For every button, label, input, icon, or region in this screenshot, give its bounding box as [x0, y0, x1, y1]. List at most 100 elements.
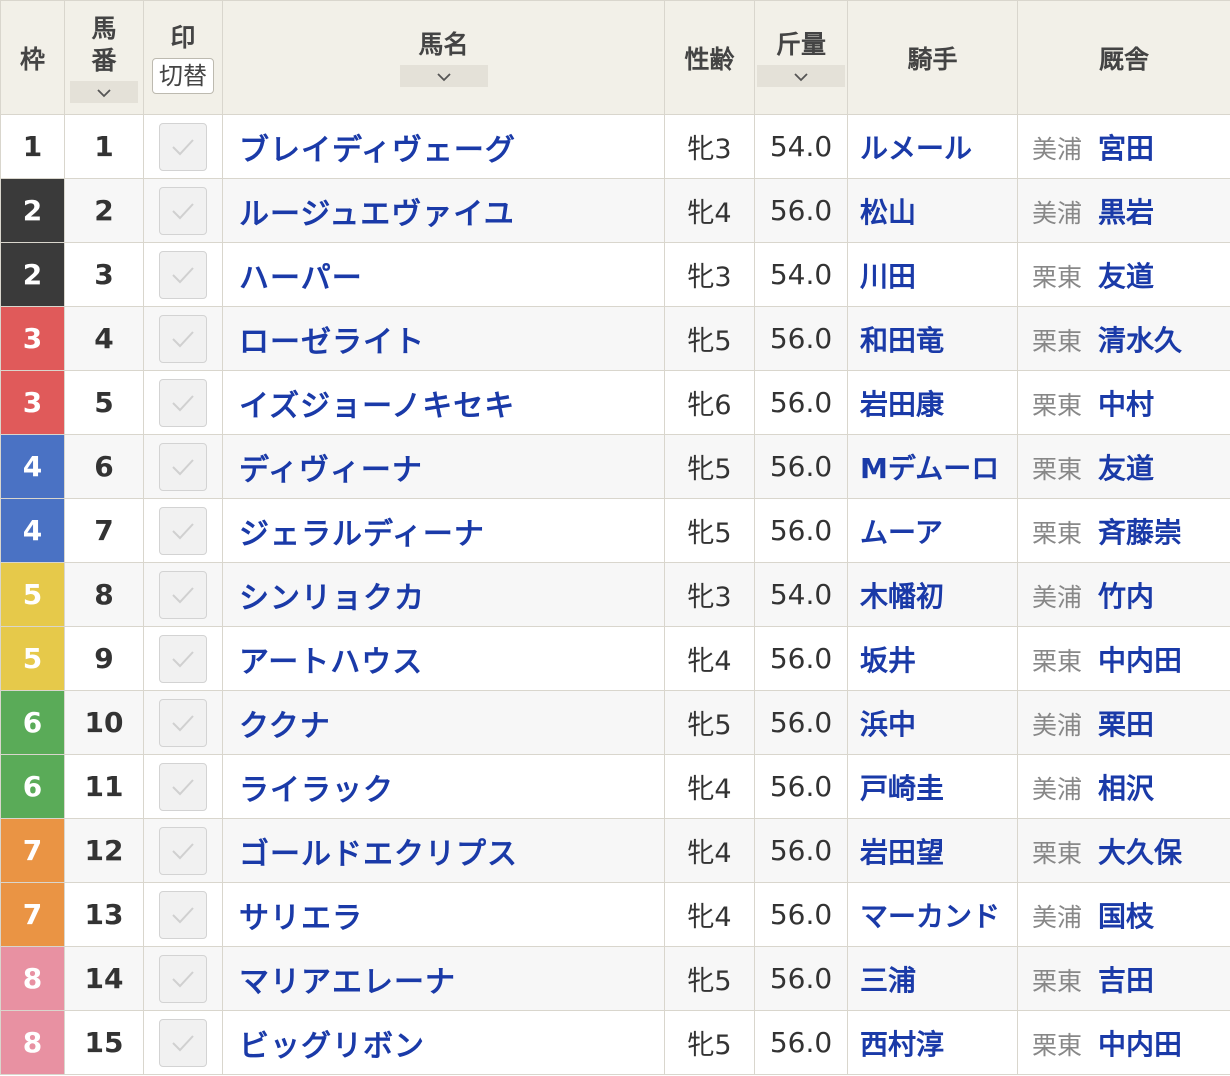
horse-name-link[interactable]: シンリョクカ [239, 581, 425, 616]
jockey-link[interactable]: 三浦 [860, 964, 916, 997]
table-row: 7 13 サリエラ 牝4 56.0 マーカンド 美浦 国枝 [0, 882, 1230, 947]
chevron-down-icon [436, 73, 451, 82]
jockey-cell: 岩田望 [847, 818, 1018, 883]
jockey-link[interactable]: 坂井 [860, 644, 916, 677]
mark-cell [143, 626, 223, 691]
jockey-cell: 浜中 [847, 690, 1018, 755]
sex-age-cell: 牝5 [664, 1010, 755, 1075]
mark-checkbox[interactable] [159, 314, 207, 363]
horse-name-link[interactable]: ブレイディヴェーグ [239, 133, 516, 168]
trainer-link[interactable]: 中内田 [1098, 1028, 1182, 1061]
jockey-link[interactable]: 岩田望 [860, 836, 944, 869]
weight-cell: 54.0 [754, 114, 848, 179]
mark-checkbox[interactable] [159, 378, 207, 427]
trainer-link[interactable]: 大久保 [1098, 836, 1182, 869]
mark-cell [143, 690, 223, 755]
mark-checkbox[interactable] [159, 634, 207, 683]
umaban-cell: 10 [64, 690, 144, 755]
jockey-link[interactable]: 岩田康 [860, 388, 944, 421]
weight-cell: 56.0 [754, 1010, 848, 1075]
jockey-link[interactable]: 松山 [860, 196, 916, 229]
jockey-link[interactable]: マーカンド [860, 900, 1000, 933]
jockey-link[interactable]: 浜中 [860, 708, 916, 741]
horse-name-link[interactable]: ゴールドエクリプス [239, 837, 518, 872]
waku-cell: 6 [0, 754, 65, 819]
mark-checkbox[interactable] [159, 570, 207, 619]
trainer-link[interactable]: 国枝 [1098, 900, 1154, 933]
trainer-link[interactable]: 栗田 [1098, 708, 1154, 741]
horse-name-link[interactable]: ジェラルディーナ [239, 517, 485, 552]
trainer-link[interactable]: 吉田 [1098, 964, 1154, 997]
table-row: 4 7 ジェラルディーナ 牝5 56.0 ムーア 栗東 斉藤崇 [0, 498, 1230, 563]
sort-weight-button[interactable] [757, 64, 845, 87]
jockey-link[interactable]: ムーア [860, 516, 943, 549]
umaban-cell: 4 [64, 306, 144, 371]
mark-checkbox[interactable] [159, 442, 207, 491]
waku-cell: 7 [0, 818, 65, 883]
mark-checkbox[interactable] [159, 186, 207, 235]
chevron-down-icon [794, 73, 808, 82]
jockey-link[interactable]: 木幡初 [860, 580, 944, 613]
table-row: 2 2 ルージュエヴァイユ 牝4 56.0 松山 美浦 黒岩 [0, 178, 1230, 243]
header-weight-label: 斤量 [775, 29, 826, 59]
mark-checkbox[interactable] [159, 826, 207, 875]
sort-umaban-button[interactable] [70, 80, 138, 103]
chevron-down-icon [97, 89, 111, 98]
trainer-link[interactable]: 中村 [1098, 388, 1154, 421]
trainer-link[interactable]: 友道 [1098, 260, 1154, 293]
horse-name-link[interactable]: イズジョーノキセキ [239, 389, 515, 424]
jockey-link[interactable]: 和田竜 [860, 324, 944, 357]
trainer-link[interactable]: 友道 [1098, 452, 1154, 485]
horse-name-cell: ハーパー [222, 242, 665, 307]
sex-age-cell: 牝3 [664, 114, 755, 179]
mark-checkbox[interactable] [159, 506, 207, 555]
umaban-cell: 1 [64, 114, 144, 179]
horse-name-cell: ディヴィーナ [222, 434, 665, 499]
mark-checkbox[interactable] [159, 762, 207, 811]
trainer-link[interactable]: 清水久 [1098, 324, 1182, 357]
mark-checkbox[interactable] [159, 122, 207, 171]
horse-name-link[interactable]: ライラック [239, 773, 394, 808]
mark-switch-button[interactable]: 切替 [152, 57, 214, 94]
horse-name-link[interactable]: ディヴィーナ [239, 453, 423, 488]
trainer-link[interactable]: 中内田 [1098, 644, 1182, 677]
mark-checkbox[interactable] [159, 954, 207, 1003]
jockey-cell: マーカンド [847, 882, 1018, 947]
sort-name-button[interactable] [399, 64, 488, 87]
umaban-cell: 15 [64, 1010, 144, 1075]
header-jockey-label: 騎手 [907, 44, 958, 74]
header-jockey: 騎手 [847, 0, 1018, 115]
stable-cell: 栗東 中内田 [1017, 1010, 1230, 1075]
jockey-cell: 坂井 [847, 626, 1018, 691]
horse-name-link[interactable]: サリエラ [239, 901, 363, 936]
check-icon [172, 842, 194, 859]
mark-cell [143, 178, 223, 243]
jockey-link[interactable]: ルメール [860, 132, 972, 165]
jockey-link[interactable]: 西村淳 [860, 1028, 944, 1061]
mark-checkbox[interactable] [159, 1018, 207, 1067]
table-row: 4 6 ディヴィーナ 牝5 56.0 Mデムーロ 栗東 友道 [0, 434, 1230, 499]
mark-checkbox[interactable] [159, 250, 207, 299]
stable-region: 美浦 [1032, 134, 1083, 164]
waku-cell: 2 [0, 242, 65, 307]
horse-name-link[interactable]: ビッグリボン [239, 1029, 425, 1064]
trainer-link[interactable]: 宮田 [1098, 132, 1154, 165]
horse-name-link[interactable]: ローゼライト [239, 325, 425, 360]
trainer-link[interactable]: 黒岩 [1098, 196, 1154, 229]
horse-name-link[interactable]: マリアエレーナ [239, 965, 456, 1000]
waku-cell: 3 [0, 306, 65, 371]
trainer-link[interactable]: 斉藤崇 [1098, 516, 1182, 549]
jockey-link[interactable]: Mデムーロ [860, 452, 999, 485]
mark-checkbox[interactable] [159, 698, 207, 747]
mark-checkbox[interactable] [159, 890, 207, 939]
horse-name-link[interactable]: ルージュエヴァイユ [239, 197, 515, 232]
jockey-link[interactable]: 戸崎圭 [860, 772, 944, 805]
jockey-link[interactable]: 川田 [860, 260, 916, 293]
horse-name-link[interactable]: ハーパー [239, 261, 363, 296]
trainer-link[interactable]: 竹内 [1098, 580, 1154, 613]
table-row: 8 15 ビッグリボン 牝5 56.0 西村淳 栗東 中内田 [0, 1010, 1230, 1075]
trainer-link[interactable]: 相沢 [1098, 772, 1154, 805]
horse-name-link[interactable]: ククナ [239, 709, 331, 744]
horse-name-link[interactable]: アートハウス [239, 645, 423, 680]
stable-cell: 栗東 中内田 [1017, 626, 1230, 691]
